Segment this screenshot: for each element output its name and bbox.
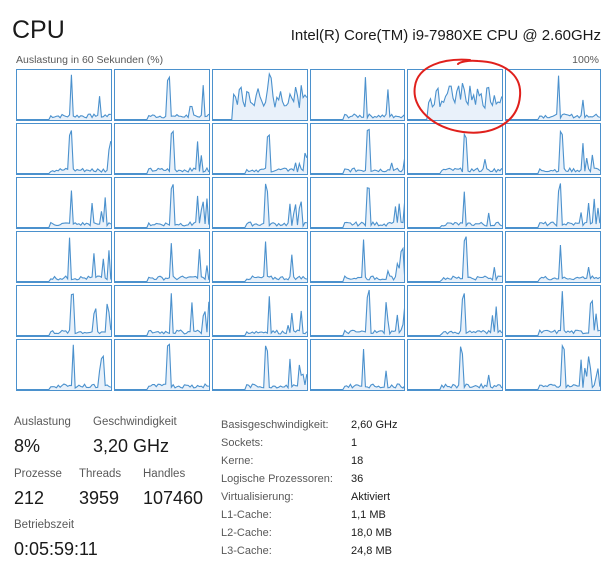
cpu-title: CPU xyxy=(12,16,65,44)
handles-label: Handles xyxy=(143,468,186,480)
core-graph xyxy=(407,339,504,391)
cpu-model-name: Intel(R) Core(TM) i9-7980XE CPU @ 2.60GH… xyxy=(290,27,601,44)
core-graph xyxy=(16,285,112,337)
uptime-label: Betriebszeit xyxy=(14,519,75,531)
detail-value: 1,1 MB xyxy=(351,509,386,521)
detail-row: Basisgeschwindigkeit: 2,60 GHz xyxy=(221,416,481,434)
detail-key: L1-Cache: xyxy=(221,509,272,521)
detail-key: L3-Cache: xyxy=(221,545,272,557)
utilization-value: 8% xyxy=(14,436,41,456)
processes-label: Prozesse xyxy=(14,468,62,480)
handles-value: 107460 xyxy=(143,488,204,508)
detail-row: L2-Cache: 18,0 MB xyxy=(221,524,481,542)
detail-key: Kerne: xyxy=(221,455,254,467)
core-graph xyxy=(113,69,210,121)
processes-value: 212 xyxy=(14,488,45,508)
detail-key: L2-Cache: xyxy=(221,527,272,539)
detail-key: Sockets: xyxy=(221,437,264,449)
core-graph xyxy=(309,177,406,229)
detail-value: Aktiviert xyxy=(351,491,391,503)
graph-label: Auslastung in 60 Sekunden (%) xyxy=(16,54,164,66)
detail-key: Virtualisierung: xyxy=(221,491,294,503)
threads-value: 3959 xyxy=(79,488,120,508)
core-graph xyxy=(211,69,308,121)
uptime-value: 0:05:59:11 xyxy=(14,539,98,559)
detail-value: 1 xyxy=(351,437,358,449)
core-graph xyxy=(113,285,210,337)
core-graph xyxy=(211,123,308,175)
detail-row: Virtualisierung: Aktiviert xyxy=(221,488,481,506)
core-graph-grid xyxy=(16,69,601,391)
core-graph xyxy=(211,177,308,229)
detail-value: 36 xyxy=(351,473,364,485)
core-graph xyxy=(16,177,112,229)
graph-max-label: 100% xyxy=(572,54,599,66)
core-graph xyxy=(211,339,308,391)
detail-value: 24,8 MB xyxy=(351,545,392,557)
core-graph xyxy=(113,231,210,283)
detail-row: Logische Prozessoren: 36 xyxy=(221,470,481,488)
core-graph xyxy=(505,69,601,121)
core-graph xyxy=(211,231,308,283)
detail-row: Kerne: 18 xyxy=(221,452,481,470)
core-graph xyxy=(505,123,601,175)
core-graph xyxy=(309,69,406,121)
stats-panel: Auslastung 8% Geschwindigkeit 3,20 GHz P… xyxy=(14,416,214,576)
core-graph xyxy=(407,69,504,121)
speed-value: 3,20 GHz xyxy=(93,436,170,456)
detail-row: Sockets: 1 xyxy=(221,434,481,452)
cpu-details-table: Basisgeschwindigkeit: 2,60 GHz Sockets: … xyxy=(221,416,481,560)
detail-row: L1-Cache: 1,1 MB xyxy=(221,506,481,524)
detail-value: 18,0 MB xyxy=(351,527,392,539)
core-graph xyxy=(505,285,601,337)
core-graph xyxy=(407,123,504,175)
detail-key: Basisgeschwindigkeit: xyxy=(221,419,329,431)
detail-key: Logische Prozessoren: xyxy=(221,473,333,485)
core-graph xyxy=(505,339,601,391)
core-graph xyxy=(16,69,112,121)
core-graph xyxy=(407,285,504,337)
threads-label: Threads xyxy=(79,468,122,480)
core-graph xyxy=(16,123,112,175)
utilization-label: Auslastung xyxy=(14,416,71,428)
core-graph xyxy=(309,339,406,391)
core-graph xyxy=(309,231,406,283)
core-graph xyxy=(309,285,406,337)
core-graph xyxy=(407,177,504,229)
core-graph xyxy=(113,177,210,229)
core-graph xyxy=(16,231,112,283)
core-graph xyxy=(407,231,504,283)
detail-value: 2,60 GHz xyxy=(351,419,398,431)
detail-row: L3-Cache: 24,8 MB xyxy=(221,542,481,560)
core-graph xyxy=(113,339,210,391)
core-graph xyxy=(505,231,601,283)
speed-label: Geschwindigkeit xyxy=(93,416,177,428)
core-graph xyxy=(16,339,112,391)
core-graph xyxy=(211,285,308,337)
detail-value: 18 xyxy=(351,455,364,467)
core-graph xyxy=(309,123,406,175)
core-graph xyxy=(505,177,601,229)
core-graph xyxy=(113,123,210,175)
